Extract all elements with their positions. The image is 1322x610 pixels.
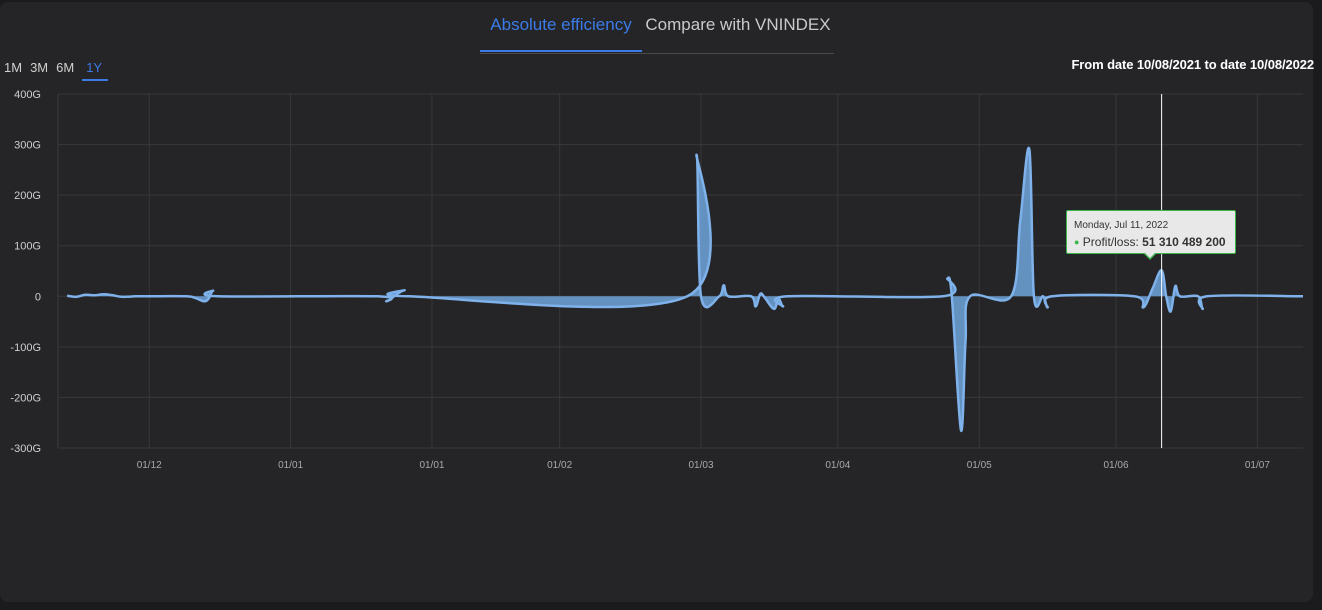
y-tick-label: 400G xyxy=(14,89,41,101)
x-tick-label: 01/05 xyxy=(967,460,992,471)
y-tick-label: -300G xyxy=(10,443,41,455)
y-tick-label: -200G xyxy=(10,392,41,404)
y-tick-label: 300G xyxy=(14,140,41,152)
y-tick-label: 100G xyxy=(14,241,41,253)
x-tick-label: 01/06 xyxy=(1104,460,1129,471)
x-tick-label: 01/07 xyxy=(1245,460,1270,471)
tooltip-value: 51 310 489 200 xyxy=(1142,235,1226,249)
series-dot-icon: ● xyxy=(1074,237,1080,247)
x-tick-label: 01/01 xyxy=(278,460,303,471)
tooltip-arrow xyxy=(1144,253,1156,260)
y-tick-label: -100G xyxy=(10,342,41,354)
series-line xyxy=(66,146,1304,432)
x-tick-label: 01/02 xyxy=(547,460,572,471)
x-tick-label: 01/12 xyxy=(137,460,162,471)
tooltip-date: Monday, Jul 11, 2022 xyxy=(1074,220,1169,231)
series-area xyxy=(67,147,1304,431)
x-tick-label: 01/01 xyxy=(419,460,444,471)
tooltip-label: Profit/loss: xyxy=(1082,235,1139,249)
y-tick-label: 0 xyxy=(35,291,41,303)
chart-tooltip: Monday, Jul 11, 2022 ● Profit/loss: 51 3… xyxy=(1066,210,1236,260)
x-tick-label: 01/04 xyxy=(825,460,850,471)
profit-loss-chart[interactable]: 400G 300G 200G 100G 0 -100G -200G -300G 01/12 01/… xyxy=(0,0,1322,610)
x-tick-label: 01/03 xyxy=(689,460,714,471)
y-tick-label: 200G xyxy=(14,190,41,202)
